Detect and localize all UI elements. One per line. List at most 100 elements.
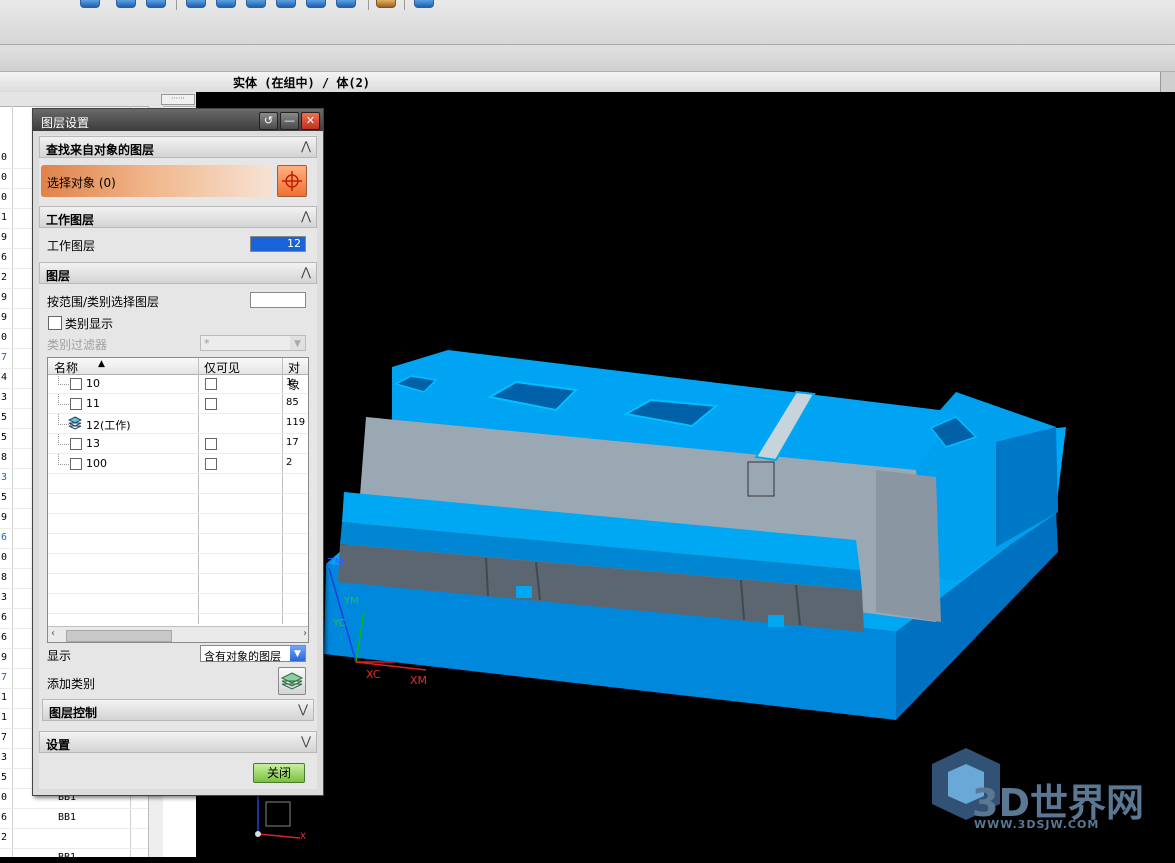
visible-only-checkbox[interactable] [205, 398, 217, 410]
list-horizontal-scrollbar[interactable]: ‹ › [48, 626, 308, 642]
work-layer-input[interactable]: 12 [250, 236, 306, 252]
navigator-row-number: 6 [1, 532, 8, 543]
layer-object-count: 1 [286, 377, 293, 388]
navigator-row-number: 0 [1, 172, 8, 183]
layer-object-count: 85 [286, 397, 299, 408]
navigator-row-number: 2 [1, 272, 8, 283]
add-category-button[interactable] [278, 667, 306, 695]
layer-object-count: 2 [286, 457, 293, 468]
toolbar-button[interactable] [336, 0, 356, 8]
toolbar-button[interactable] [306, 0, 326, 8]
navigator-column-divider [12, 106, 13, 857]
section-find-from-object[interactable]: 查找来自对象的图层 ⋀ [39, 136, 317, 158]
navigator-row-number: 7 [1, 732, 8, 743]
layer-list-row[interactable]: 10 1 [48, 374, 308, 394]
navigator-header: ⋯⋯ [0, 92, 196, 107]
layer-visible-checkbox[interactable] [70, 438, 82, 450]
title-bar-edge [1160, 72, 1175, 92]
layer-list-row[interactable]: 100 2 [48, 454, 308, 474]
chevron-down-icon: ▼ [290, 336, 305, 350]
toolbar-button[interactable] [276, 0, 296, 8]
reset-icon[interactable]: ↺ [259, 112, 278, 130]
toolbar-button[interactable] [216, 0, 236, 8]
part-model-view [255, 350, 1066, 839]
section-layer-control[interactable]: 图层控制 ⋁ [42, 699, 314, 721]
visible-only-checkbox[interactable] [205, 458, 217, 470]
scroll-right-icon[interactable]: › [303, 628, 307, 639]
range-category-input[interactable] [250, 292, 306, 308]
select-object-label: 选择对象 (0) [47, 176, 116, 190]
layer-list[interactable]: 名称 ▲ 仅可见 对象 10 1 11 85 12(工作) 119 13 17 100 2 ‹ › [47, 357, 309, 643]
section-settings[interactable]: 设置 ⋁ [39, 731, 317, 753]
section-work-layer[interactable]: 工作图层 ⋀ [39, 206, 317, 228]
navigator-resize-grip[interactable]: ⋯⋯ [161, 94, 195, 105]
navigator-row-number: 9 [1, 292, 8, 303]
inner-wall-right [876, 470, 941, 622]
category-display-checkbox[interactable] [48, 316, 62, 330]
collapse-icon[interactable]: — [280, 112, 299, 130]
navigator-row-number: 5 [1, 772, 8, 783]
navigator-row-number: 3 [1, 392, 8, 403]
tab [768, 615, 784, 627]
scroll-left-icon[interactable]: ‹ [51, 628, 55, 639]
layer-visible-checkbox[interactable] [70, 398, 82, 410]
navigator-row-number: 9 [1, 652, 8, 663]
crosshair-select-button[interactable] [277, 165, 307, 197]
layer-object-count: 119 [286, 417, 306, 428]
navigator-row-number: 3 [1, 472, 8, 483]
toolbar-button[interactable] [116, 0, 136, 8]
layer-list-row[interactable]: 13 17 [48, 434, 308, 454]
dialog-body: 查找来自对象的图层 ⋀ 选择对象 (0) 工作图层 ⋀ 工作图层 12 图层 ⋀… [39, 135, 317, 789]
layer-visible-checkbox[interactable] [70, 378, 82, 390]
select-object-row[interactable]: 选择对象 (0) [41, 165, 271, 197]
view-cube [265, 801, 291, 827]
graphics-viewport[interactable]: ZM YM YC XC XM X 3D世界网 WWW.3DSJW.COM [196, 92, 1175, 857]
dialog-title-bar[interactable]: 图层设置 ↺ — ✕ [33, 109, 323, 131]
toolbar-button[interactable] [80, 0, 100, 8]
tab [516, 586, 532, 598]
navigator-row-number: 3 [1, 752, 8, 763]
layer-name: 10 [86, 377, 100, 390]
navigator-bb-label: BB1 [58, 812, 77, 823]
navigator-row-number: 2 [1, 832, 8, 843]
navigator-row-number: 7 [1, 672, 8, 683]
xc-axis-label: XC [366, 668, 381, 681]
work-layer-icon [67, 416, 83, 430]
toolbar-button[interactable] [376, 0, 396, 8]
toolbar-button[interactable] [186, 0, 206, 8]
display-select[interactable]: 含有对象的图层 ▼ [200, 645, 306, 663]
visible-only-checkbox[interactable] [205, 378, 217, 390]
close-icon[interactable]: ✕ [301, 112, 320, 130]
view-origin [255, 831, 261, 837]
navigator-row-number: 0 [1, 792, 8, 803]
scrollbar-thumb[interactable] [66, 630, 172, 642]
section-label: 工作图层 [46, 213, 95, 227]
visible-only-checkbox[interactable] [205, 438, 217, 450]
section-label: 图层控制 [49, 706, 98, 720]
section-layers[interactable]: 图层 ⋀ [39, 262, 317, 284]
navigator-row-number: 9 [1, 232, 8, 243]
layer-list-empty-row [48, 554, 308, 574]
navigator-row-number: 1 [1, 692, 8, 703]
navigator-bb-label: BB1 [58, 852, 77, 863]
navigator-row-number: 0 [1, 332, 8, 343]
layer-list-row[interactable]: 12(工作) 119 [48, 414, 308, 434]
xm-axis-label: XM [410, 674, 428, 687]
navigator-row-divider [0, 808, 148, 809]
toolbar-button[interactable] [414, 0, 434, 8]
toolbar-button[interactable] [146, 0, 166, 8]
zm-axis-label: ZM [327, 556, 345, 569]
toolbar-button[interactable] [246, 0, 266, 8]
layer-list-empty-row [48, 574, 308, 594]
navigator-row-divider [0, 848, 148, 849]
layer-list-row[interactable]: 11 85 [48, 394, 308, 414]
ym-axis-label: YM [344, 596, 359, 607]
layer-list-empty-row [48, 494, 308, 514]
close-button[interactable]: 关闭 [253, 763, 305, 783]
yc-axis-label: YC [333, 618, 346, 629]
layer-visible-checkbox[interactable] [70, 458, 82, 470]
chevron-down-icon: ⋁ [301, 734, 311, 748]
navigator-row-number: 0 [1, 152, 8, 163]
chevron-up-icon: ⋀ [301, 209, 311, 223]
navigator-row-number: 6 [1, 612, 8, 623]
